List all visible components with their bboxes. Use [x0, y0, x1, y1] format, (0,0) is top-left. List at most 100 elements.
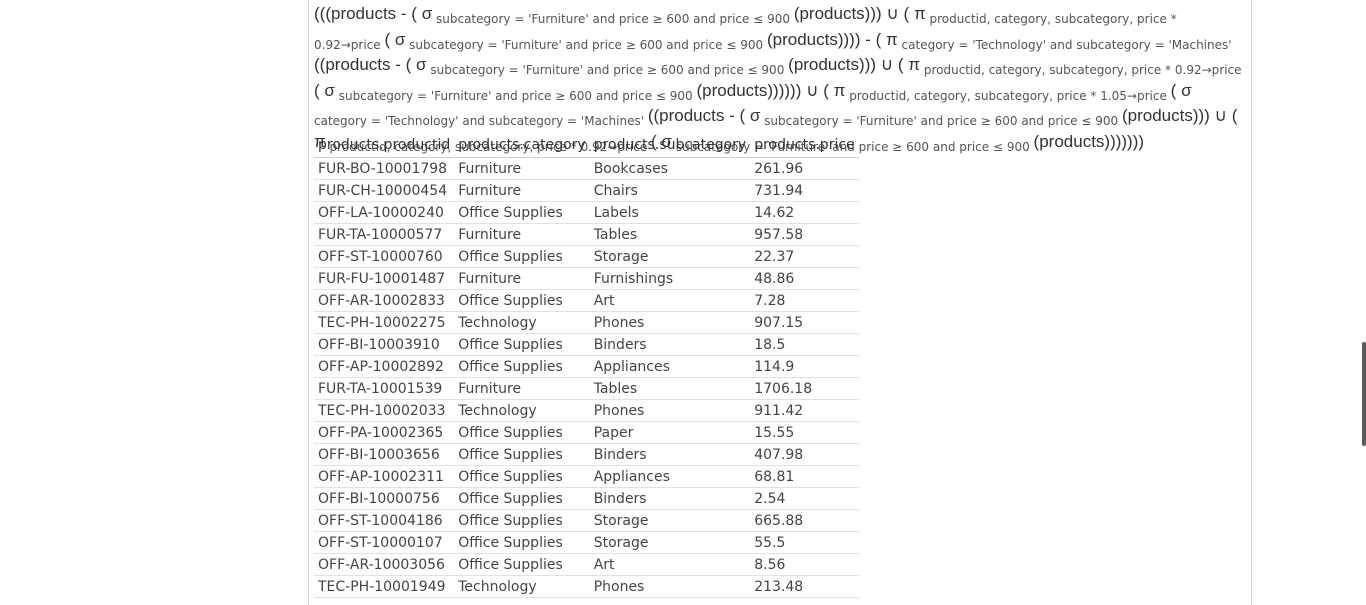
expression-term: σ [416, 55, 427, 74]
expression-term: )) ∪ ( [1198, 106, 1238, 125]
expression-term: ((( [314, 4, 331, 23]
table-row: OFF-ST-10004186 Office Supplies Storage 665… [314, 509, 859, 532]
table-cell: Labels [589, 201, 751, 224]
table-row: TEC-PH-10002033 Technology Phones 911.42 [314, 399, 859, 422]
table-cell: FUR-CH-10000454 [314, 179, 455, 202]
table-cell: OFF-AR-10002833 [314, 289, 455, 312]
table-cell: OFF-ST-10000107 [314, 531, 455, 554]
table-cell: OFF-AP-10002892 [314, 355, 455, 378]
table-cell: Office Supplies [454, 465, 590, 488]
expression-term: )))))) [1110, 131, 1145, 151]
table-row: FUR-BO-10001798 Furniture Bookcases 261.96 [314, 157, 859, 180]
table-cell: Phones [589, 399, 751, 422]
table-cell: Office Supplies [454, 355, 590, 378]
table-cell: 911.42 [750, 399, 859, 422]
expression-term: ( [314, 80, 325, 100]
expression-term: )) ∪ ( [870, 4, 914, 23]
expression-term: ((products - ( [647, 106, 750, 125]
table-cell: Office Supplies [454, 443, 590, 466]
table-cell: Chairs [589, 179, 751, 202]
table-cell: 68.81 [750, 465, 859, 488]
expression-term: (products) [696, 80, 774, 100]
table-cell: Tables [589, 223, 751, 246]
expression-term: π [885, 29, 898, 49]
table-cell: Furniture [454, 157, 590, 180]
table-cell: Storage [589, 245, 751, 268]
table-cell: Technology [454, 311, 590, 334]
table-cell: OFF-BI-10000756 [314, 487, 455, 510]
table-row: OFF-AP-10002892 Office Supplies Appliances… [314, 355, 859, 378]
table-cell: Binders [589, 443, 751, 466]
expression-term: (products) [1033, 131, 1111, 151]
table-cell: OFF-BI-10003656 [314, 443, 455, 466]
table-cell: Technology [454, 399, 590, 422]
table-cell: Furniture [454, 267, 590, 290]
expression-term: ))))) ∪ ( [773, 80, 834, 100]
table-row: OFF-PA-10002365 Office Supplies Paper 15.55 [314, 421, 859, 444]
table-cell: 8.56 [750, 553, 859, 576]
table-cell: 15.55 [750, 421, 859, 444]
table-header-row: products.productid products.category produ… [314, 134, 859, 158]
table-cell: Tables [589, 377, 751, 400]
table-cell: Furniture [454, 223, 590, 246]
expression-term: (products) [788, 55, 865, 74]
page: ( ((products - ( σ subcategory = 'Furnitu… [0, 0, 1366, 605]
table-cell: OFF-BI-10003910 [314, 333, 455, 356]
table-row: FUR-TA-10000577 Furniture Tables 957.58 [314, 223, 859, 246]
expression-term: (products) [793, 4, 871, 23]
table-row: FUR-TA-10001539 Furniture Tables 1706.18 [314, 377, 859, 400]
table-row: OFF-AR-10002833 Office Supplies Art 7.28 [314, 289, 859, 312]
scrollbar-thumb[interactable] [1362, 342, 1366, 446]
table-cell: Art [589, 553, 751, 576]
table-cell: 7.28 [750, 289, 859, 312]
table-cell: Furniture [454, 179, 590, 202]
table-row: OFF-BI-10003656 Office Supplies Binders 407… [314, 443, 859, 466]
table-cell: Appliances [589, 465, 751, 488]
expression-subscript: productid, category, subcategory, price … [920, 63, 1242, 77]
table-row: OFF-AP-10002311 Office Supplies Appliances… [314, 465, 859, 488]
table-cell: Storage [589, 531, 751, 554]
table-cell: OFF-LA-10000240 [314, 201, 455, 224]
table-cell: 48.86 [750, 267, 859, 290]
expression-term: ( [1170, 80, 1182, 100]
table-cell: Bookcases [589, 157, 751, 180]
table-row: OFF-AR-10003056 Office Supplies Art 8.56 [314, 553, 859, 576]
table-cell: 2.54 [750, 487, 859, 510]
table-row: TEC-PH-10002275 Technology Phones 907.15 [314, 311, 859, 334]
expression-term: ((products - ( [314, 55, 417, 74]
column-header: products.subcategory [589, 134, 751, 158]
table-cell: Art [589, 289, 751, 312]
table-cell: 22.37 [750, 245, 859, 268]
vertical-scrollbar[interactable] [1360, 0, 1366, 605]
table-cell: 957.58 [750, 223, 859, 246]
expression-term: - ( [396, 4, 422, 23]
table-cell: FUR-TA-10001539 [314, 377, 455, 400]
expression-term: σ [394, 29, 406, 49]
table-row: FUR-CH-10000454 Furniture Chairs 731.94 [314, 179, 859, 202]
table-cell: TEC-PH-10002033 [314, 399, 455, 422]
expression-subscript: subcategory = 'Furniture' and price ≥ 60… [405, 37, 767, 52]
table-cell: OFF-ST-10000760 [314, 245, 455, 268]
expression-term: σ [324, 80, 335, 100]
table-cell: Appliances [589, 355, 751, 378]
table-row: OFF-ST-10000107 Office Supplies Storage 55.… [314, 531, 859, 554]
table-cell: 907.15 [750, 311, 859, 334]
table-row: OFF-BI-10003910 Office Supplies Binders 18.… [314, 333, 859, 356]
table-cell: Paper [589, 421, 751, 444]
expression-term: )) ∪ ( [864, 55, 909, 74]
table-cell: OFF-ST-10004186 [314, 509, 455, 532]
table-cell: Furniture [454, 377, 590, 400]
table-cell: Office Supplies [454, 487, 590, 510]
expression-subscript: subcategory = 'Furniture' and price ≥ 60… [760, 114, 1122, 128]
table-cell: TEC-PH-10001949 [314, 575, 455, 598]
table-cell: Binders [589, 333, 751, 356]
expression-subscript: subcategory = 'Furniture' and price ≥ 60… [334, 88, 697, 103]
table-cell: Office Supplies [454, 333, 590, 356]
expression-term: π [908, 55, 921, 74]
table-cell: Furnishings [589, 267, 751, 290]
table-cell: Phones [589, 311, 751, 334]
table-cell: 213.48 [750, 575, 859, 598]
expression-term: σ [1181, 80, 1192, 100]
expression-term: π [913, 4, 926, 23]
table-cell: Office Supplies [454, 509, 590, 532]
